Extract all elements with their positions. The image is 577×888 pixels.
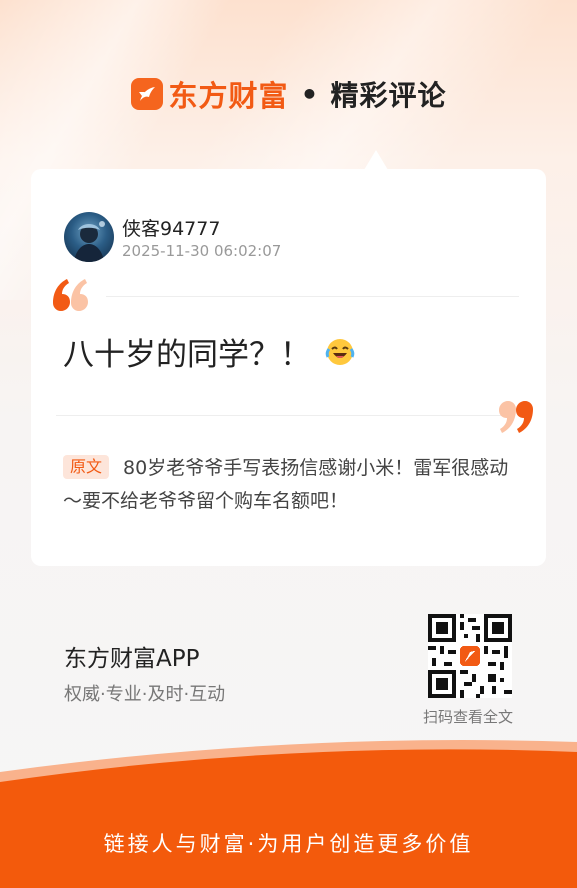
laughing-crying-emoji-icon bbox=[325, 338, 355, 365]
original-badge: 原文 bbox=[63, 455, 110, 479]
card-pointer bbox=[364, 150, 388, 170]
divider bbox=[106, 296, 519, 297]
close-quote-icon bbox=[495, 399, 535, 439]
original-text: 80岁老爷爷手写表扬信感谢小米！雷军很感动～要不给老爷爷留个购车名额吧！ bbox=[63, 457, 509, 512]
footer-banner bbox=[0, 740, 577, 888]
original-article[interactable]: 原文 80岁老爷爷手写表扬信感谢小米！雷军很感动～要不给老爷爷留个购车名额吧！ bbox=[63, 452, 513, 518]
brand-name: 东方财富 bbox=[168, 79, 289, 113]
open-quote-icon bbox=[51, 277, 91, 317]
comment-card: 侠客94777 2025-11-30 06:02:07 八十岁的同学？！ 原文 8… bbox=[31, 169, 546, 566]
eastmoney-logo-icon bbox=[130, 78, 163, 110]
footer-slogan: 链接人与财富·为用户创造更多价值 bbox=[103, 832, 474, 856]
comment-timestamp: 2025-11-30 06:02:07 bbox=[122, 242, 282, 260]
brand-separator: • bbox=[300, 77, 319, 111]
app-title: 东方财富APP bbox=[64, 646, 200, 672]
comment-body: 八十岁的同学？！ bbox=[63, 337, 311, 373]
username[interactable]: 侠客94777 bbox=[122, 214, 220, 241]
qr-code[interactable] bbox=[428, 614, 512, 698]
comment-text: 八十岁的同学？！ bbox=[63, 329, 355, 374]
user-avatar[interactable] bbox=[64, 212, 114, 262]
page-title: 精彩评论 bbox=[330, 79, 447, 112]
divider bbox=[56, 415, 506, 416]
qr-caption: 扫码查看全文 bbox=[423, 708, 514, 726]
brand-header: 东方财富 • 精彩评论 bbox=[0, 74, 577, 114]
app-tagline: 权威·专业·及时·互动 bbox=[64, 684, 226, 705]
